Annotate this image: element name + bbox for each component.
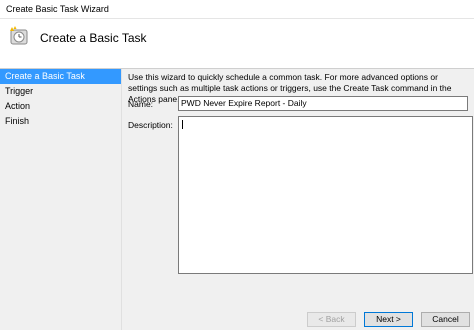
page-heading: Create a Basic Task	[40, 31, 147, 45]
cancel-button[interactable]: Cancel	[421, 312, 470, 327]
wizard-content: Use this wizard to quickly schedule a co…	[123, 69, 474, 330]
step-label: Create a Basic Task	[5, 71, 85, 81]
description-textarea[interactable]	[178, 116, 473, 274]
step-action[interactable]: Action	[0, 99, 121, 114]
wizard-steps-sidebar: Create a Basic Task Trigger Action Finis…	[0, 69, 122, 330]
step-label: Trigger	[5, 86, 34, 96]
step-create-basic-task[interactable]: Create a Basic Task	[0, 69, 121, 84]
name-label: Name:	[128, 99, 154, 109]
description-label: Description:	[128, 120, 173, 130]
wizard-header: Create a Basic Task	[0, 19, 474, 68]
back-button[interactable]: < Back	[307, 312, 356, 327]
task-scheduler-icon	[8, 26, 30, 46]
step-label: Finish	[5, 116, 30, 126]
step-trigger[interactable]: Trigger	[0, 84, 121, 99]
text-caret	[182, 120, 183, 129]
step-finish[interactable]: Finish	[0, 114, 121, 129]
title-bar: Create Basic Task Wizard	[0, 0, 474, 19]
window-title: Create Basic Task Wizard	[6, 4, 109, 14]
step-label: Action	[5, 101, 31, 111]
name-input[interactable]: PWD Never Expire Report - Daily	[178, 96, 468, 111]
next-button[interactable]: Next >	[364, 312, 413, 327]
